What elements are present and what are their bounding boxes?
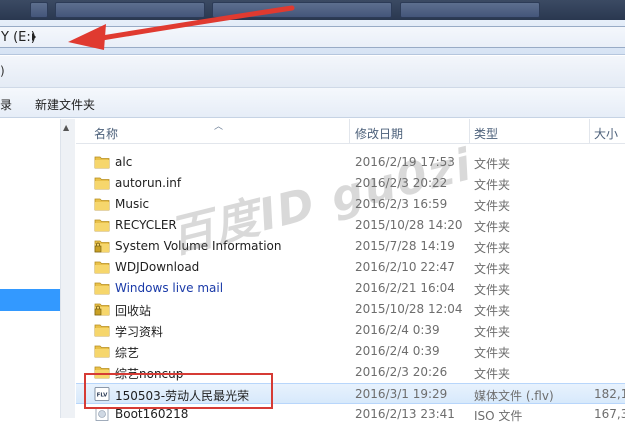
file-type: 文件夹 bbox=[474, 325, 511, 339]
file-modified-date: 2015/7/28 14:19 bbox=[355, 239, 455, 253]
taskbar-button[interactable] bbox=[400, 2, 540, 18]
file-row[interactable]: 综艺 2016/2/4 0:39 文件夹 bbox=[76, 341, 625, 362]
new-folder-button[interactable]: 新建文件夹 bbox=[35, 96, 95, 113]
nav-selected-item[interactable] bbox=[0, 289, 60, 311]
file-type: 文件夹 bbox=[474, 157, 511, 171]
file-name: Boot160218 bbox=[115, 407, 189, 421]
command-strip: ) bbox=[0, 56, 625, 88]
folder-icon bbox=[94, 176, 110, 190]
folder-icon bbox=[94, 218, 110, 232]
file-type: 文件夹 bbox=[474, 346, 511, 360]
folder-icon bbox=[94, 155, 110, 169]
file-row[interactable]: 学习资料 2016/2/4 0:39 文件夹 bbox=[76, 320, 625, 341]
column-header-row: ︿ 名称 修改日期 类型 大小 bbox=[76, 119, 625, 144]
file-name: Music bbox=[115, 197, 150, 211]
chevron-right-icon[interactable] bbox=[30, 31, 38, 43]
toolbar: 录 新建文件夹 bbox=[0, 88, 625, 118]
file-type: 文件夹 bbox=[474, 262, 511, 276]
taskbar-button[interactable] bbox=[30, 2, 48, 18]
file-modified-date: 2016/2/3 20:26 bbox=[355, 365, 448, 379]
scroll-up-icon[interactable]: ▲ bbox=[63, 123, 69, 132]
column-size[interactable]: 大小 bbox=[590, 119, 625, 144]
file-type: 媒体文件 (.flv) bbox=[474, 389, 554, 403]
folder-icon bbox=[94, 323, 110, 337]
file-size: 182,1 bbox=[594, 387, 625, 401]
toolbar-item-partial[interactable]: 录 bbox=[0, 96, 12, 113]
locked-folder-icon bbox=[94, 302, 110, 316]
file-type: 文件夹 bbox=[474, 241, 511, 255]
file-size: 167,3 bbox=[594, 407, 625, 421]
iso-file-icon bbox=[94, 407, 110, 421]
file-name: Windows live mail bbox=[115, 281, 224, 295]
file-modified-date: 2016/2/21 16:04 bbox=[355, 281, 455, 295]
command-strip-text: ) bbox=[0, 64, 5, 78]
file-name: 回收站 bbox=[115, 304, 152, 318]
nav-scrollbar[interactable] bbox=[60, 119, 75, 418]
file-type: 文件夹 bbox=[474, 304, 511, 318]
file-type: 文件夹 bbox=[474, 220, 511, 234]
file-modified-date: 2015/10/28 12:04 bbox=[355, 302, 463, 316]
file-row[interactable]: Windows live mail 2016/2/21 16:04 文件夹 bbox=[76, 278, 625, 299]
file-name: 学习资料 bbox=[115, 325, 164, 339]
column-type[interactable]: 类型 bbox=[470, 119, 590, 144]
file-type: ISO 文件 bbox=[474, 409, 523, 423]
file-name: autorun.inf bbox=[115, 176, 182, 190]
folder-icon bbox=[94, 197, 110, 211]
file-modified-date: 2016/2/10 22:47 bbox=[355, 260, 455, 274]
file-modified-date: 2016/2/4 0:39 bbox=[355, 344, 440, 358]
file-row[interactable]: 回收站 2015/10/28 12:04 文件夹 bbox=[76, 299, 625, 320]
file-row[interactable]: System Volume Information 2015/7/28 14:19… bbox=[76, 236, 625, 257]
folder-icon bbox=[94, 344, 110, 358]
annotation-box bbox=[84, 373, 273, 409]
file-name: alc bbox=[115, 155, 133, 169]
folder-icon bbox=[94, 260, 110, 274]
locked-folder-icon bbox=[94, 239, 110, 253]
file-modified-date: 2015/10/28 14:20 bbox=[355, 218, 463, 232]
file-type: 文件夹 bbox=[474, 178, 511, 192]
file-type: 文件夹 bbox=[474, 283, 511, 297]
file-type: 文件夹 bbox=[474, 199, 511, 213]
file-name: 综艺 bbox=[115, 346, 140, 360]
file-modified-date: 2016/2/4 0:39 bbox=[355, 323, 440, 337]
annotation-arrow-icon bbox=[68, 5, 295, 50]
column-name[interactable]: 名称 bbox=[90, 119, 350, 144]
file-type: 文件夹 bbox=[474, 367, 511, 381]
file-modified-date: 2016/2/13 23:41 bbox=[355, 407, 455, 421]
file-modified-date: 2016/3/1 19:29 bbox=[355, 387, 448, 401]
file-row[interactable]: WDJDownload 2016/2/10 22:47 文件夹 bbox=[76, 257, 625, 278]
folder-icon bbox=[94, 281, 110, 295]
